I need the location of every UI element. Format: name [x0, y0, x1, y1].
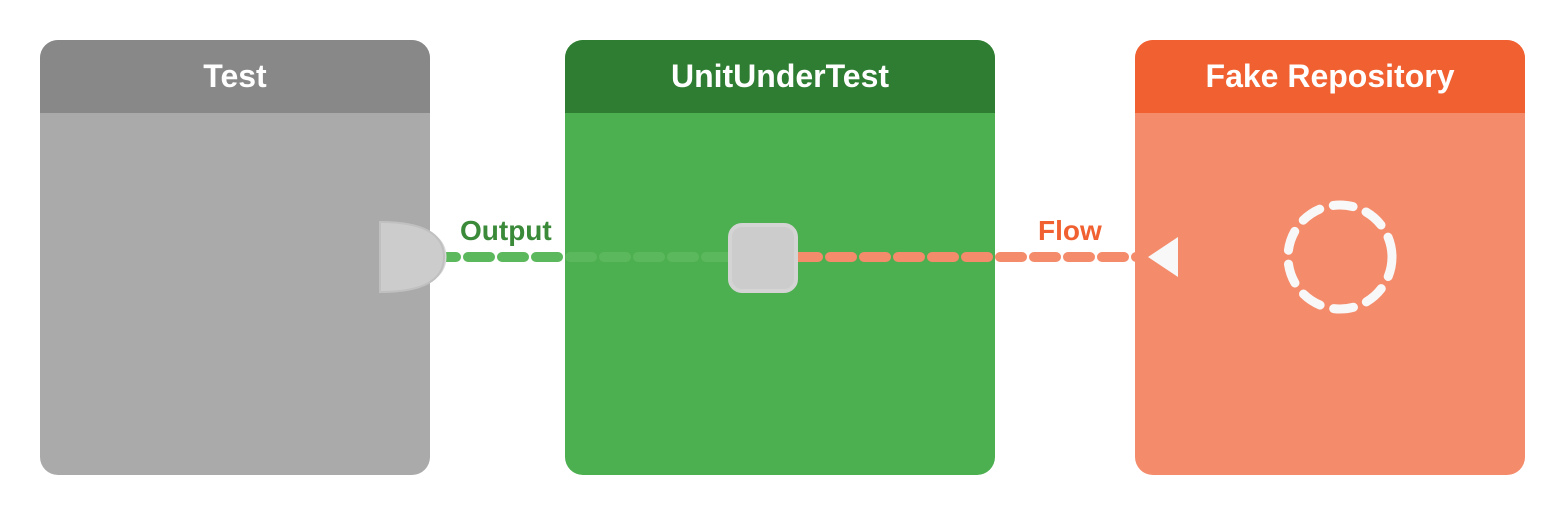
diagram: Test UnitUnderTest Fake Repository [0, 0, 1562, 513]
unit-block: UnitUnderTest [565, 40, 995, 475]
unit-block-header: UnitUnderTest [565, 40, 995, 113]
output-label: Output [460, 215, 552, 247]
test-block: Test [40, 40, 430, 475]
test-block-body [40, 113, 430, 475]
test-block-header: Test [40, 40, 430, 113]
unit-block-body [565, 113, 995, 475]
fake-block: Fake Repository [1135, 40, 1525, 475]
fake-block-header: Fake Repository [1135, 40, 1525, 113]
fake-block-body [1135, 113, 1525, 475]
flow-label: Flow [1038, 215, 1102, 247]
